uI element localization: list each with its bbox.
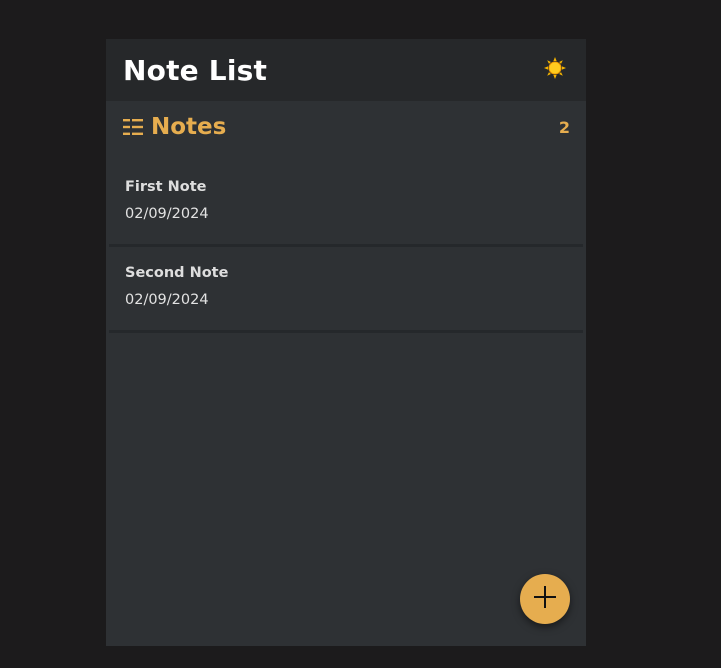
note-date: 02/09/2024	[125, 292, 209, 308]
notes-list: First Note 02/09/2024 Second Note 02/09/…	[106, 161, 586, 333]
section-title: Notes	[151, 114, 227, 140]
add-note-button[interactable]	[520, 574, 570, 624]
app-header: Note List	[106, 39, 586, 101]
sun-icon	[544, 57, 566, 83]
note-title: Second Note	[125, 265, 229, 281]
page-title: Note List	[123, 53, 268, 87]
note-title: First Note	[125, 179, 207, 195]
list-item[interactable]: First Note 02/09/2024	[109, 161, 583, 247]
section-title-group: Notes	[123, 114, 226, 140]
theme-toggle-button[interactable]	[544, 57, 566, 83]
list-icon	[123, 118, 143, 136]
notes-section-header: Notes 2	[106, 101, 586, 141]
notes-count-badge: 2	[558, 117, 570, 137]
plus-icon	[534, 586, 556, 612]
list-item[interactable]: Second Note 02/09/2024	[109, 247, 583, 333]
note-app: Note List Notes 2 First Note 02/09/2024 …	[106, 39, 586, 646]
note-date: 02/09/2024	[125, 206, 209, 222]
